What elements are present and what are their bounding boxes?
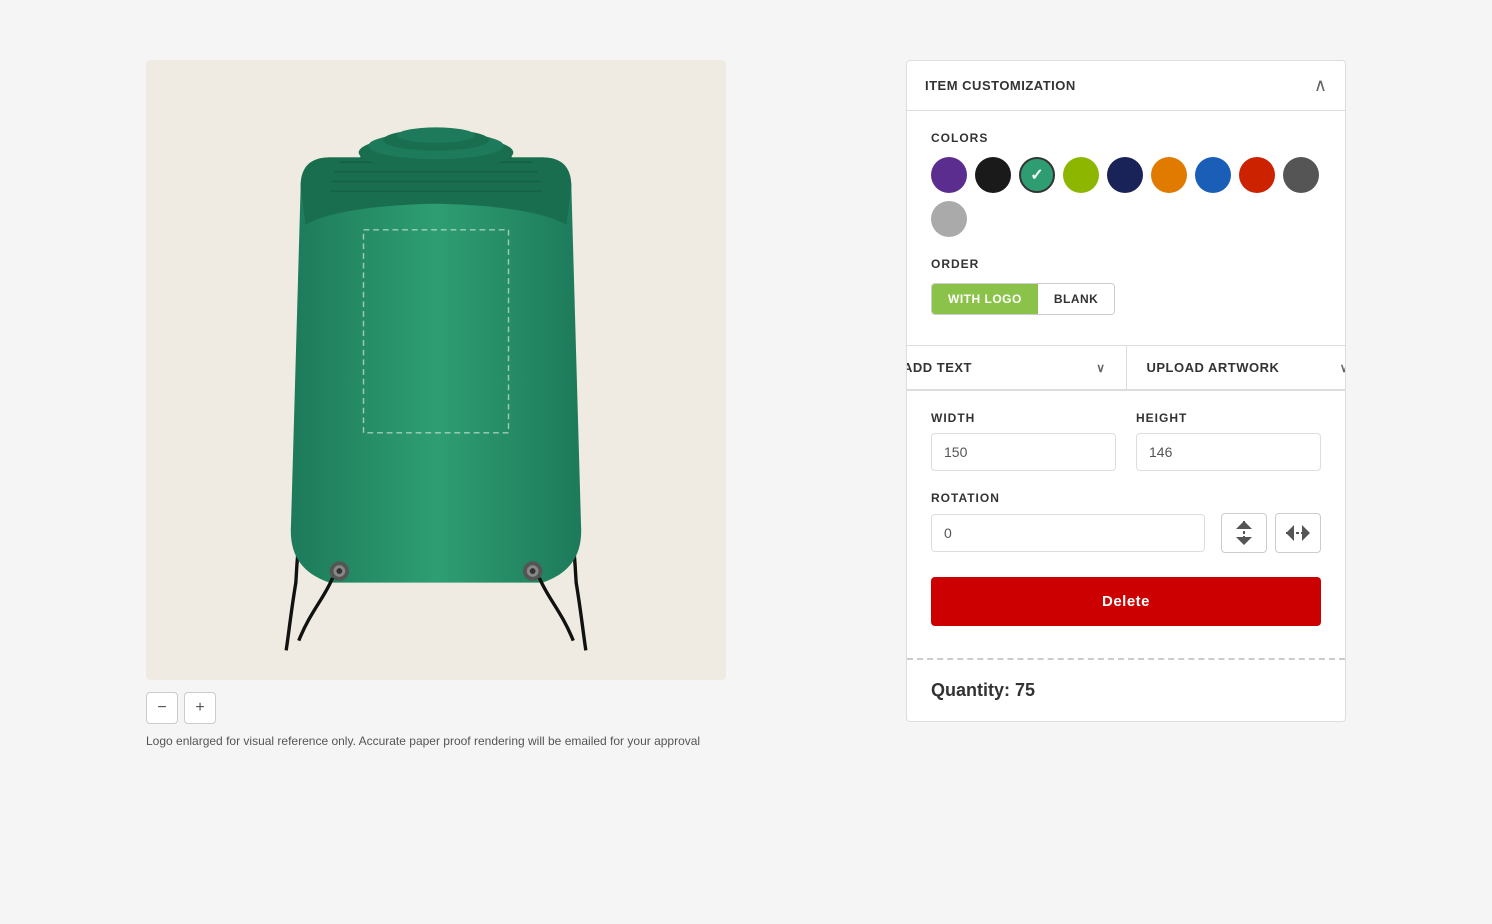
width-input[interactable] [931, 433, 1116, 471]
color-swatch-red[interactable] [1239, 157, 1275, 193]
rotation-input-wrap [931, 514, 1205, 552]
color-swatch-teal[interactable]: ✓ [1019, 157, 1055, 193]
product-area: − + Logo enlarged for visual reference o… [146, 60, 882, 748]
rotation-icons [1221, 513, 1321, 553]
zoom-out-button[interactable]: − [146, 692, 178, 724]
zoom-controls: − + [146, 692, 216, 724]
flip-vertical-icon [1230, 519, 1258, 547]
check-icon: ✓ [1030, 165, 1043, 185]
order-section: ORDER WITH LOGO BLANK [931, 257, 1321, 315]
divider [907, 658, 1345, 660]
quantity-text: Quantity: 75 [907, 680, 1345, 721]
with-logo-button[interactable]: WITH LOGO [932, 284, 1038, 314]
panel-title: ITEM CUSTOMIZATION [925, 78, 1076, 93]
height-label: HEIGHT [1136, 411, 1321, 425]
zoom-out-icon: − [157, 699, 166, 717]
color-swatch-blue[interactable] [1195, 157, 1231, 193]
upload-artwork-label: UPLOAD ARTWORK [1147, 360, 1280, 375]
product-image-wrapper [146, 60, 726, 680]
order-label: ORDER [931, 257, 1321, 271]
add-text-button[interactable]: ADD TEXT ∨ [906, 346, 1127, 390]
collapse-icon[interactable]: ∧ [1314, 75, 1327, 96]
rotation-label: ROTATION [931, 491, 1321, 505]
rotation-row [931, 513, 1321, 553]
customization-panel: ITEM CUSTOMIZATION ∧ COLORS ✓ [906, 60, 1346, 722]
width-field-group: WIDTH [931, 411, 1116, 471]
colors-label: COLORS [931, 131, 1321, 145]
delete-button[interactable]: Delete [931, 577, 1321, 626]
color-swatch-black[interactable] [975, 157, 1011, 193]
color-swatch-gray[interactable] [931, 201, 967, 237]
color-swatch-purple[interactable] [931, 157, 967, 193]
dimensions-row: WIDTH HEIGHT [931, 411, 1321, 471]
bag-illustration [206, 80, 666, 660]
bottom-section: Quantity: 75 [907, 642, 1345, 721]
blank-button[interactable]: BLANK [1038, 284, 1115, 314]
rotation-section: ROTATION [931, 491, 1321, 553]
upload-artwork-button[interactable]: UPLOAD ARTWORK ∨ [1127, 346, 1347, 390]
height-input[interactable] [1136, 433, 1321, 471]
flip-horizontal-icon [1284, 519, 1312, 547]
zoom-in-icon: + [195, 699, 204, 717]
order-buttons: WITH LOGO BLANK [931, 283, 1115, 315]
panel-body: COLORS ✓ [907, 111, 1345, 345]
rotation-input[interactable] [931, 514, 1205, 552]
add-text-label: ADD TEXT [906, 360, 972, 375]
color-swatches: ✓ [931, 157, 1321, 237]
color-swatch-navy[interactable] [1107, 157, 1143, 193]
color-swatch-lime[interactable] [1063, 157, 1099, 193]
color-swatch-dark-gray[interactable] [1283, 157, 1319, 193]
disclaimer-text: Logo enlarged for visual reference only.… [146, 734, 700, 748]
width-label: WIDTH [931, 411, 1116, 425]
flip-vertical-button[interactable] [1221, 513, 1267, 553]
upload-artwork-chevron: ∨ [1340, 361, 1346, 375]
dimensions-section: WIDTH HEIGHT ROTATION [907, 391, 1345, 626]
flip-horizontal-button[interactable] [1275, 513, 1321, 553]
zoom-in-button[interactable]: + [184, 692, 216, 724]
height-field-group: HEIGHT [1136, 411, 1321, 471]
action-row: ADD TEXT ∨ UPLOAD ARTWORK ∨ [906, 345, 1346, 391]
panel-header: ITEM CUSTOMIZATION ∧ [907, 61, 1345, 111]
add-text-chevron: ∨ [1096, 361, 1105, 375]
color-swatch-orange[interactable] [1151, 157, 1187, 193]
